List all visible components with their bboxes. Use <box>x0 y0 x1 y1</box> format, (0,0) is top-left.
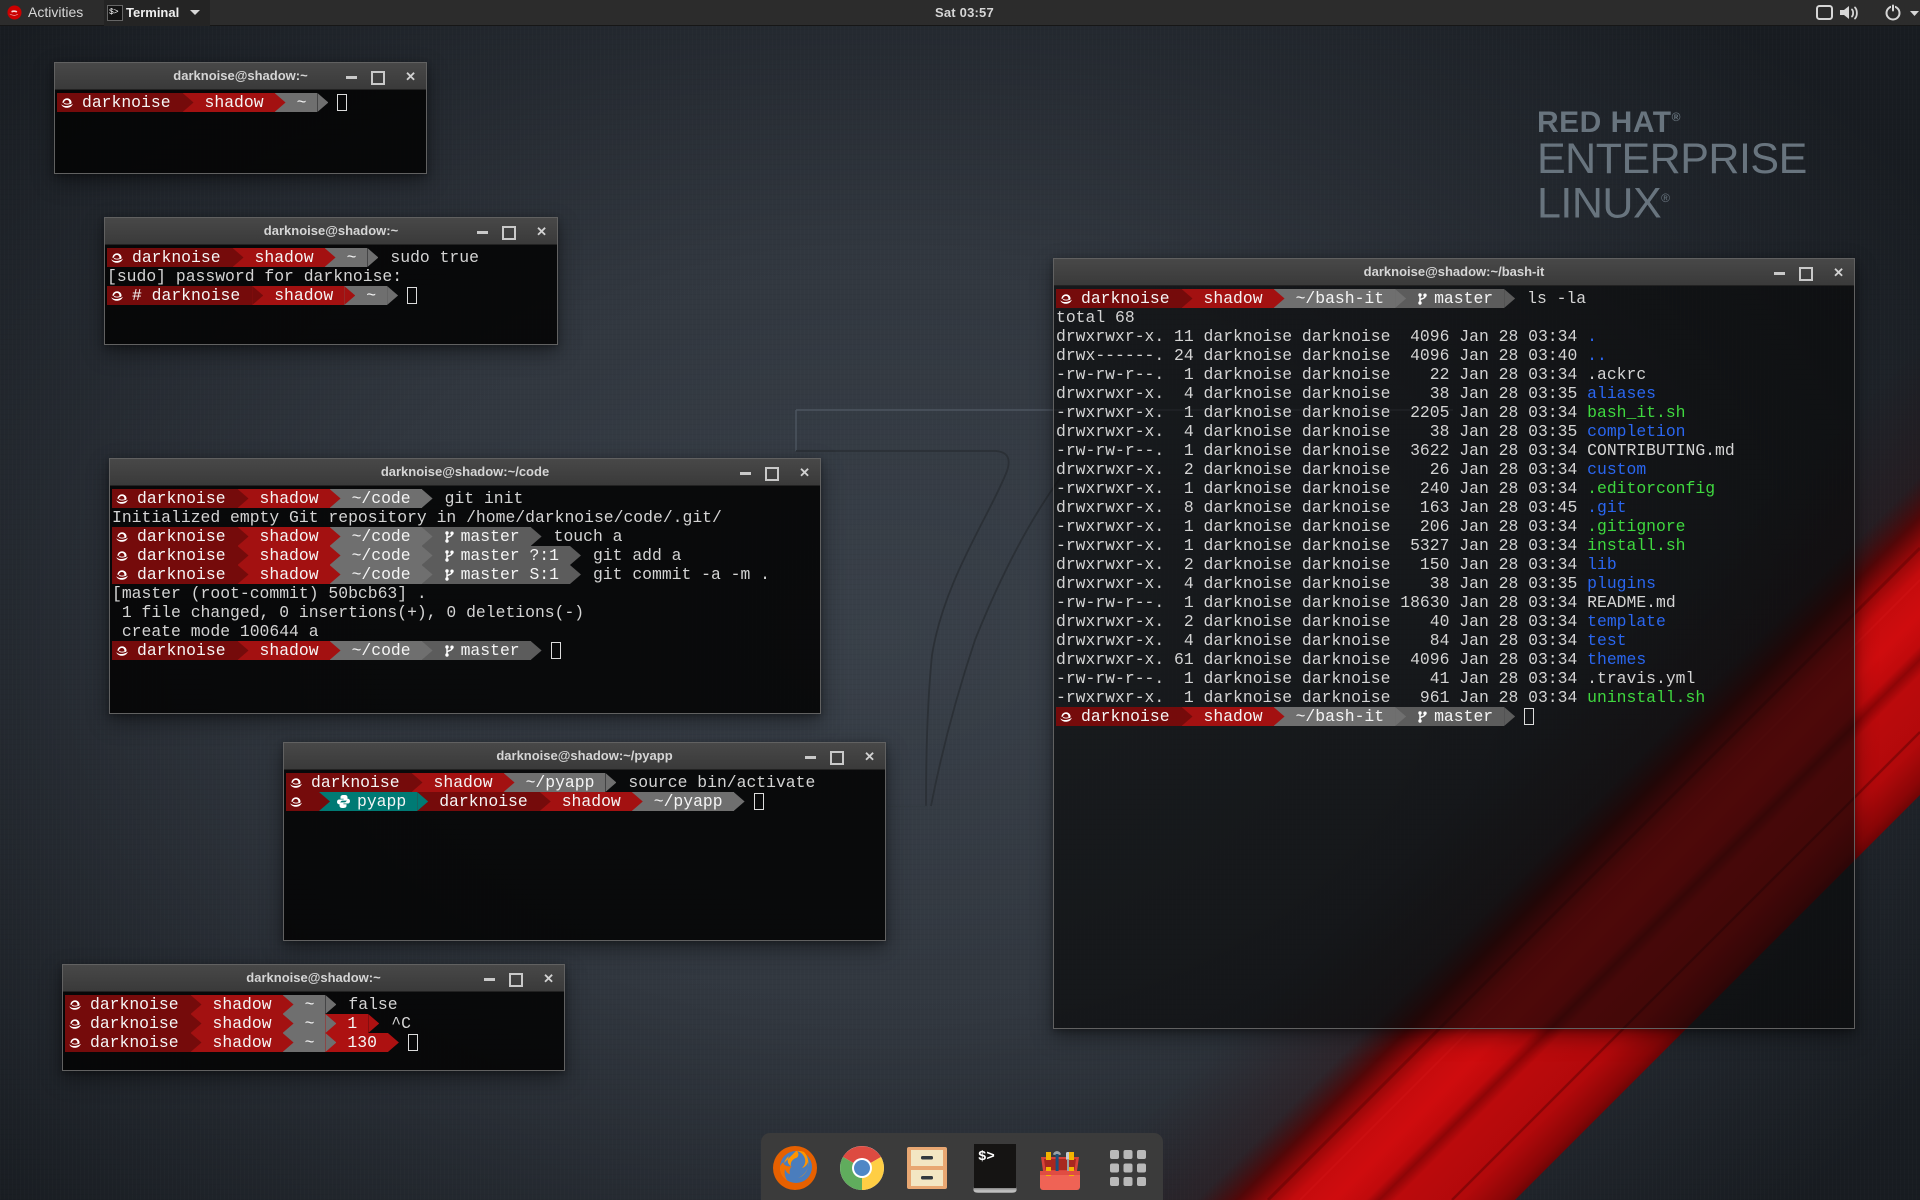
svg-text:$>: $> <box>978 1149 995 1165</box>
